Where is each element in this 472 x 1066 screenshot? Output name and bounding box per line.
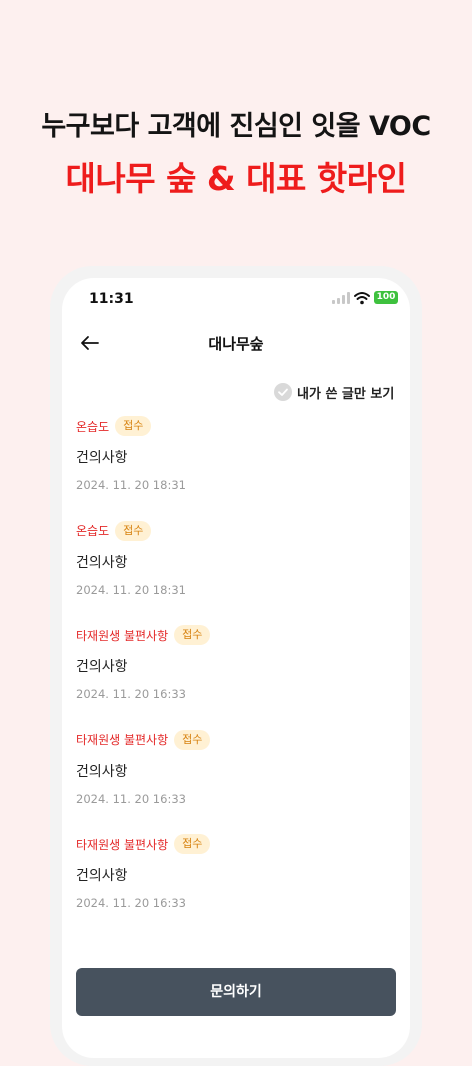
signal-icon bbox=[332, 292, 350, 304]
wifi-icon bbox=[354, 292, 370, 305]
status-badge: 접수 bbox=[174, 729, 211, 750]
post-title: 건의사항 bbox=[76, 763, 128, 780]
post-date: 2024. 11. 20 16:33 bbox=[76, 791, 186, 806]
post-category: 타재원생 불편사항 bbox=[76, 837, 169, 852]
post-date: 2024. 11. 20 16:33 bbox=[76, 896, 186, 910]
my-posts-filter-toggle[interactable]: 내가 쓴 글만 보기 bbox=[274, 382, 394, 402]
post-date: 2024. 11. 20 18:31 bbox=[76, 582, 186, 597]
post-item[interactable]: 온습도 접수 건의사항 2024. 11. 20 18:31 bbox=[62, 408, 410, 513]
post-date: 2024. 11. 20 18:31 bbox=[76, 478, 186, 492]
app-screen: 11:31 100 대나무숲 내가 쓴 글만 보기 온습도 접수 건의사항 20… bbox=[62, 278, 410, 1058]
post-item[interactable]: 타재원생 불편사항 접수 건의사항 2024. 11. 20 16:33 bbox=[62, 722, 410, 827]
post-item[interactable]: 타재원생 불편사항 접수 건의사항 2024. 11. 20 16:33 bbox=[62, 826, 410, 931]
status-time: 11:31 bbox=[89, 291, 134, 307]
post-category: 온습도 bbox=[76, 524, 110, 538]
post-category: 타재원생 불편사항 bbox=[76, 628, 169, 643]
status-badge: 접수 bbox=[174, 834, 211, 854]
post-item[interactable]: 온습도 접수 건의사항 2024. 11. 20 18:31 bbox=[62, 513, 410, 618]
post-category: 온습도 bbox=[76, 419, 110, 434]
post-item[interactable]: 타재원생 불편사항 접수 건의사항 2024. 11. 20 16:33 bbox=[62, 617, 410, 722]
status-badge: 접수 bbox=[174, 625, 211, 645]
check-circle-icon bbox=[274, 383, 292, 401]
post-title: 건의사항 bbox=[76, 450, 128, 466]
status-badge: 접수 bbox=[115, 416, 152, 436]
post-title: 건의사항 bbox=[76, 868, 128, 884]
post-list: 온습도 접수 건의사항 2024. 11. 20 18:31 온습도 접수 건의… bbox=[62, 408, 410, 931]
post-category: 타재원생 불편사항 bbox=[76, 733, 169, 747]
promo-headline: 누구보다 고객에 진심인 잇올 VOC bbox=[41, 111, 431, 142]
nav-bar: 대나무숲 bbox=[62, 322, 410, 364]
inquiry-button[interactable]: 문의하기 bbox=[76, 968, 396, 1016]
filter-label: 내가 쓴 글만 보기 bbox=[297, 386, 395, 402]
post-title: 건의사항 bbox=[76, 659, 128, 675]
status-badge: 접수 bbox=[115, 520, 152, 541]
battery-indicator: 100 bbox=[374, 291, 398, 304]
page-title: 대나무숲 bbox=[208, 335, 264, 353]
status-bar: 11:31 100 bbox=[62, 278, 410, 322]
post-date: 2024. 11. 20 16:33 bbox=[76, 687, 186, 701]
promo-subheadline: 대나무 숲 & 대표 핫라인 bbox=[65, 159, 407, 198]
post-title: 건의사항 bbox=[76, 554, 128, 571]
